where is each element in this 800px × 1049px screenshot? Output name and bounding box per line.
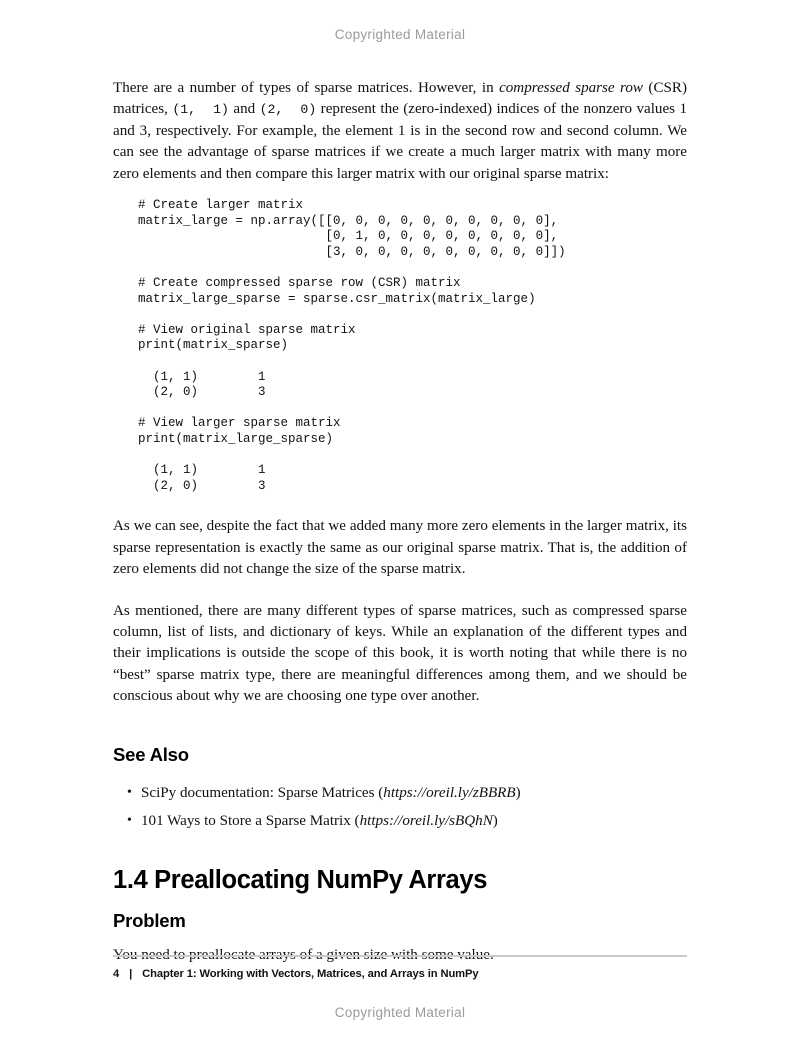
page-footer: 4 | Chapter 1: Working with Vectors, Matri…	[113, 968, 687, 980]
list-item: • 101 Ways to Store a Sparse Matrix (http…	[127, 811, 687, 832]
term-compressed-sparse-row: compressed sparse row	[499, 80, 643, 96]
paragraph-sparse-representation: As we can see, despite the fact that we …	[113, 518, 687, 578]
book-page: Copyrighted Material There are a number …	[0, 0, 800, 1049]
paragraph-intro: There are a number of types of sparse ma…	[113, 78, 687, 185]
code-block-view-original-sparse: # View original sparse matrix print(matr…	[138, 322, 356, 353]
code-block-view-larger-sparse: # View larger sparse matrix print(matrix…	[138, 416, 341, 446]
list-item: • SciPy documentation: Sparse Matrices (h…	[127, 783, 687, 804]
bullet-icon: •	[127, 812, 132, 828]
code-spacer	[113, 401, 687, 417]
code-spacer	[113, 260, 687, 276]
code-example-group: # Create larger matrix matrix_large = np…	[113, 198, 687, 494]
footer-page-number: 4	[113, 968, 120, 980]
bullet-icon: •	[127, 784, 132, 800]
copyright-watermark-bottom: Copyrighted Material	[334, 1005, 466, 1020]
code-block-create-larger-matrix: # Create larger matrix matrix_large = np…	[138, 198, 566, 259]
code-output-original-sparse: (1, 1) 1 (2, 0) 3	[153, 369, 266, 400]
heading-recipe-1-4: 1.4 Preallocating NumPy Arrays	[113, 865, 488, 894]
footer-divider	[113, 955, 687, 957]
see-also-list: • SciPy documentation: Sparse Matrices (h…	[113, 783, 687, 832]
paragraph-sparse-types: As mentioned, there are many different t…	[113, 602, 687, 705]
paragraph-intro-text-1: There are a number of types of sparse ma…	[113, 80, 500, 96]
heading-see-also: See Also	[113, 743, 189, 765]
footer-separator: |	[129, 968, 133, 980]
heading-problem: Problem	[113, 909, 186, 931]
copyright-watermark-top: Copyrighted Material	[334, 27, 466, 42]
inline-code-index-2-0: (2, 0)	[259, 102, 317, 118]
code-spacer	[113, 307, 687, 323]
list-item-close-paren: )	[492, 812, 498, 829]
list-item-close-paren: )	[515, 784, 521, 801]
list-item-label: 101 Ways to Store a Sparse Matrix (	[141, 812, 360, 829]
list-item-url[interactable]: https://oreil.ly/zBBRB	[383, 785, 515, 801]
inline-code-index-1-1: (1, 1)	[172, 102, 229, 118]
code-block-create-csr-matrix: # Create compressed sparse row (CSR) mat…	[138, 276, 536, 306]
page-content: There are a number of types of sparse ma…	[113, 78, 687, 966]
code-spacer	[113, 448, 687, 464]
footer-chapter-title: Chapter 1: Working with Vectors, Matrice…	[142, 968, 479, 980]
list-item-label: SciPy documentation: Sparse Matrices (	[141, 784, 384, 801]
list-item-url[interactable]: https://oreil.ly/sBQhN	[360, 813, 493, 829]
paragraph-intro-text-3: and	[228, 101, 260, 118]
code-output-larger-sparse: (1, 1) 1 (2, 0) 3	[153, 463, 266, 493]
code-spacer	[113, 354, 687, 370]
